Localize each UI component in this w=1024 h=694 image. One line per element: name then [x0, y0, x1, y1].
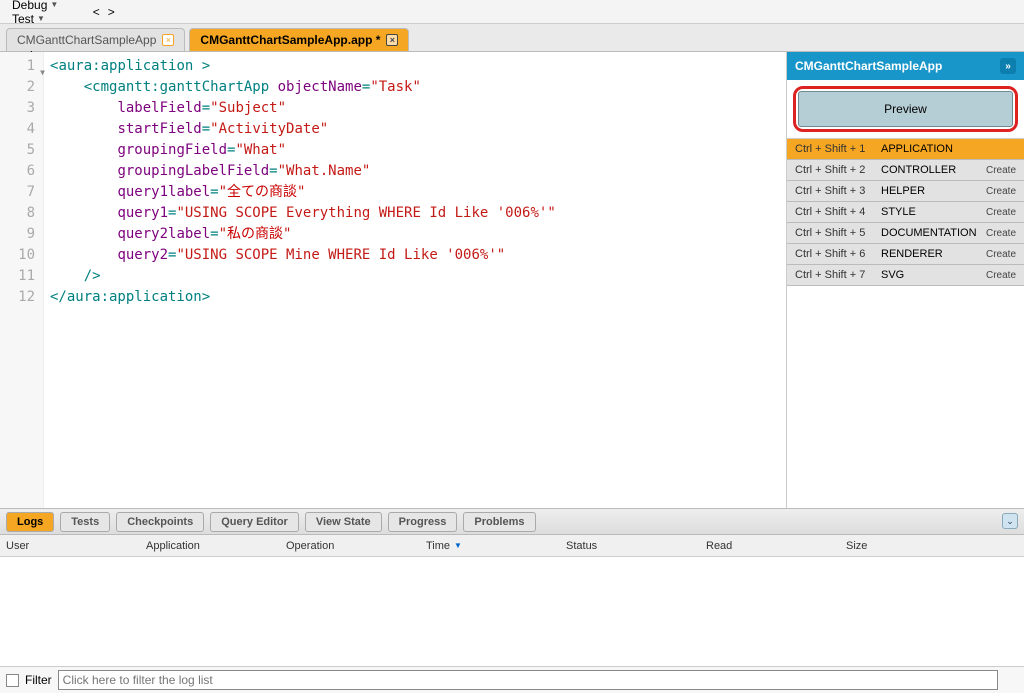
col-user[interactable]: User: [0, 540, 140, 552]
shortcut-label: Ctrl + Shift + 2: [795, 164, 881, 176]
bundle-item-style[interactable]: Ctrl + Shift + 4STYLECreate: [787, 202, 1024, 223]
sort-icon: ▼: [454, 541, 462, 550]
menu-debug[interactable]: Debug ▼: [6, 0, 89, 12]
shortcut-label: Ctrl + Shift + 6: [795, 248, 881, 260]
bottom-tab-logs[interactable]: Logs: [6, 512, 54, 532]
code-area[interactable]: <aura:application > <cmgantt:ganttChartA…: [44, 52, 786, 508]
col-read[interactable]: Read: [700, 540, 840, 552]
col-size[interactable]: Size: [840, 540, 1024, 552]
bottom-tab-progress[interactable]: Progress: [388, 512, 458, 532]
col-application[interactable]: Application: [140, 540, 280, 552]
bottom-tab-checkpoints[interactable]: Checkpoints: [116, 512, 204, 532]
bundle-name: RENDERER: [881, 248, 986, 260]
col-status[interactable]: Status: [560, 540, 700, 552]
bottom-tab-view-state[interactable]: View State: [305, 512, 382, 532]
bundle-item-svg[interactable]: Ctrl + Shift + 7SVGCreate: [787, 265, 1024, 286]
bottom-tabstrip: Logs Tests Checkpoints Query Editor View Sta…: [0, 509, 1024, 535]
main-split: 1▼23456789101112 <aura:application > <cm…: [0, 52, 1024, 508]
chevron-down-icon: ▼: [37, 14, 45, 23]
create-link[interactable]: Create: [986, 249, 1016, 260]
menu-test[interactable]: Test ▼: [6, 12, 89, 26]
chevron-down-icon: ▼: [50, 0, 58, 9]
bundle-item-controller[interactable]: Ctrl + Shift + 2CONTROLLERCreate: [787, 160, 1024, 181]
tab-label: CMGanttChartSampleApp: [17, 33, 156, 47]
bundle-name: HELPER: [881, 185, 986, 197]
code-editor[interactable]: 1▼23456789101112 <aura:application > <cm…: [0, 52, 786, 508]
close-icon[interactable]: ×: [162, 34, 174, 46]
bottom-panel: Logs Tests Checkpoints Query Editor View Sta…: [0, 508, 1024, 693]
filter-checkbox[interactable]: [6, 674, 19, 687]
create-link[interactable]: Create: [986, 165, 1016, 176]
filter-label: Filter: [25, 673, 52, 687]
preview-highlight: Preview: [787, 80, 1024, 139]
bottom-tab-tests[interactable]: Tests: [60, 512, 110, 532]
collapse-icon[interactable]: ⌄: [1002, 513, 1018, 529]
preview-button[interactable]: Preview: [798, 91, 1013, 127]
shortcut-label: Ctrl + Shift + 7: [795, 269, 881, 281]
bottom-tab-query-editor[interactable]: Query Editor: [210, 512, 299, 532]
filter-bar: Filter: [0, 667, 1024, 693]
bundle-list: Ctrl + Shift + 1APPLICATIONCtrl + Shift …: [787, 139, 1024, 286]
editor-tab[interactable]: CMGanttChartSampleApp ×: [6, 28, 185, 51]
expand-icon[interactable]: »: [1000, 58, 1016, 74]
nav-back[interactable]: <: [89, 5, 104, 19]
create-link[interactable]: Create: [986, 228, 1016, 239]
log-grid-header: User Application Operation Time▼ Status …: [0, 535, 1024, 557]
nav-forward[interactable]: >: [104, 5, 119, 19]
shortcut-label: Ctrl + Shift + 5: [795, 227, 881, 239]
bundle-header: CMGanttChartSampleApp »: [787, 52, 1024, 80]
shortcut-label: Ctrl + Shift + 4: [795, 206, 881, 218]
create-link[interactable]: Create: [986, 270, 1016, 281]
bundle-item-documentation[interactable]: Ctrl + Shift + 5DOCUMENTATIONCreate: [787, 223, 1024, 244]
bundle-name: DOCUMENTATION: [881, 227, 986, 239]
bundle-panel: CMGanttChartSampleApp » Preview Ctrl + S…: [786, 52, 1024, 508]
bottom-tab-problems[interactable]: Problems: [463, 512, 535, 532]
bundle-name: CONTROLLER: [881, 164, 986, 176]
log-grid-body: [0, 557, 1024, 667]
menubar: File ▼Edit ▼Debug ▼Test ▼Workspace ▼Help…: [0, 0, 1024, 24]
shortcut-label: Ctrl + Shift + 1: [795, 143, 881, 155]
bundle-name: STYLE: [881, 206, 986, 218]
col-time[interactable]: Time▼: [420, 540, 560, 552]
col-operation[interactable]: Operation: [280, 540, 420, 552]
bundle-item-helper[interactable]: Ctrl + Shift + 3HELPERCreate: [787, 181, 1024, 202]
bundle-item-application[interactable]: Ctrl + Shift + 1APPLICATION: [787, 139, 1024, 160]
bundle-item-renderer[interactable]: Ctrl + Shift + 6RENDERERCreate: [787, 244, 1024, 265]
filter-input[interactable]: [58, 670, 998, 690]
create-link[interactable]: Create: [986, 207, 1016, 218]
editor-tab[interactable]: CMGanttChartSampleApp.app * ×: [189, 28, 409, 51]
line-gutter: 1▼23456789101112: [0, 52, 44, 508]
create-link[interactable]: Create: [986, 186, 1016, 197]
tab-label: CMGanttChartSampleApp.app *: [200, 33, 380, 47]
close-icon[interactable]: ×: [386, 34, 398, 46]
bundle-title: CMGanttChartSampleApp: [795, 59, 942, 73]
editor-tabstrip: CMGanttChartSampleApp×CMGanttChartSample…: [0, 24, 1024, 52]
shortcut-label: Ctrl + Shift + 3: [795, 185, 881, 197]
bundle-name: SVG: [881, 269, 986, 281]
bundle-name: APPLICATION: [881, 143, 1016, 155]
